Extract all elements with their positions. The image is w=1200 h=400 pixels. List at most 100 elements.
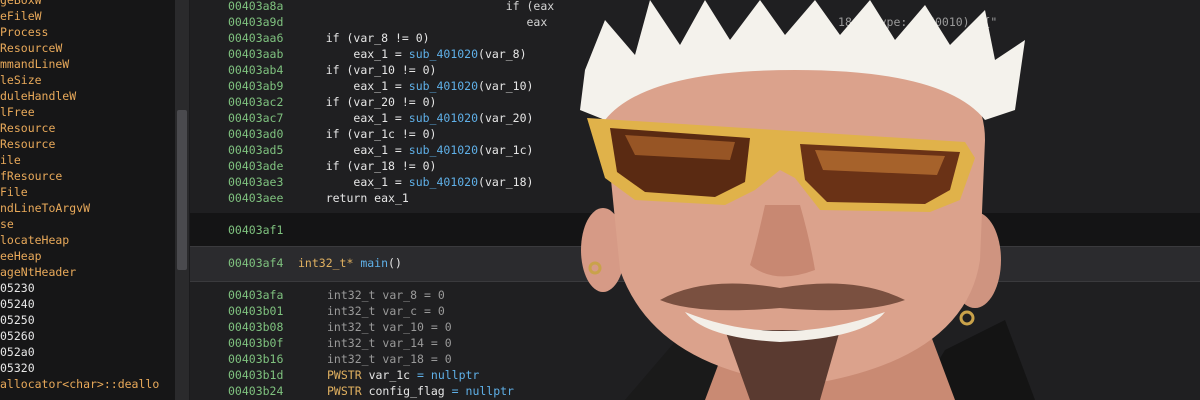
call-arguments: (var_8) <box>478 47 527 61</box>
symbol-list-item[interactable]: Resource <box>0 120 55 136</box>
instruction-address[interactable]: 00403b01 <box>228 303 283 319</box>
instruction-address[interactable]: 00403ab9 <box>228 78 283 94</box>
symbol-list-item[interactable]: lFree <box>0 104 35 120</box>
symbol-list-item[interactable]: eFileW <box>0 8 42 24</box>
instruction-address[interactable]: 00403ac2 <box>228 94 283 110</box>
variable-initializer: = nullptr <box>451 384 514 398</box>
variable-initializer: = nullptr <box>417 368 480 382</box>
variable-type: int32_t <box>327 336 376 350</box>
symbol-list-item[interactable]: File <box>0 184 28 200</box>
code-text: if (var_10 != 0) <box>298 62 437 78</box>
code-text: eax_1 = sub_401020(var_20) <box>298 110 533 126</box>
variable-name: var_c <box>382 304 418 318</box>
instruction-address[interactable]: 00403a8a <box>228 0 283 14</box>
symbol-list-item[interactable]: eeHeap <box>0 248 42 264</box>
instruction-address[interactable]: 00403ade <box>228 158 283 174</box>
code-text: return eax_1 <box>298 190 409 206</box>
instruction-address[interactable]: 00403b0f <box>228 335 283 351</box>
instruction-address[interactable]: 00403aee <box>228 190 283 206</box>
symbol-list-item[interactable]: ile <box>0 152 21 168</box>
variable-type: PWSTR <box>327 384 362 398</box>
scrollbar-thumb[interactable] <box>177 110 187 270</box>
instruction-address[interactable]: 00403ae3 <box>228 174 283 190</box>
symbol-list-item[interactable]: 05250 <box>0 312 35 328</box>
instruction-address[interactable]: 00403afa <box>228 287 283 303</box>
code-text: int32_t var_c = 0 <box>327 303 445 319</box>
variable-type: PWSTR <box>327 368 362 382</box>
instruction-address[interactable]: 00403ad5 <box>228 142 283 158</box>
symbol-list-item[interactable]: 05320 <box>0 360 35 376</box>
symbol-list-item[interactable]: leSize <box>0 72 42 88</box>
symbol-list-item[interactable]: locateHeap <box>0 232 69 248</box>
instruction-address[interactable]: 00403b24 <box>228 383 283 399</box>
code-text: eax_1 = sub_401020(var_10) <box>298 78 533 94</box>
code-statement: eax_1 = <box>353 175 409 189</box>
code-text: if (var_8 != 0) <box>298 30 430 46</box>
symbol-list-item[interactable]: geBoxW <box>0 0 42 8</box>
code-statement: if (var_1c != 0) <box>325 127 437 141</box>
call-arguments: (var_18) <box>478 175 534 189</box>
code-statement: eax_1 = <box>353 47 409 61</box>
function-call: sub_401020 <box>408 143 479 157</box>
function-call: sub_401020 <box>408 79 479 93</box>
variable-type: int32_t <box>327 288 376 302</box>
code-text: eax_1 = sub_401020(var_18) <box>298 174 533 190</box>
variable-initializer: = 0 <box>430 336 452 350</box>
function-call: sub_401020 <box>408 47 479 61</box>
instruction-address[interactable]: 00403b1d <box>228 367 283 383</box>
symbol-list-item[interactable]: se <box>0 216 14 232</box>
instruction-address[interactable]: 00403aab <box>228 46 283 62</box>
instruction-address[interactable]: 00403ac7 <box>228 110 283 126</box>
symbol-list-item[interactable]: 05230 <box>0 280 35 296</box>
instruction-address[interactable]: 00403aa6 <box>228 30 283 46</box>
code-text: int32_t var_8 = 0 <box>327 287 445 303</box>
variable-name: config_flag <box>368 384 445 398</box>
code-statement: if (var_18 != 0) <box>325 159 437 173</box>
variable-initializer: = 0 <box>423 304 445 318</box>
symbol-list-item[interactable]: 05240 <box>0 296 35 312</box>
code-text: int32_t var_10 = 0 <box>327 319 452 335</box>
instruction-address[interactable]: 00403a9d <box>228 14 283 30</box>
code-text: if (var_1c != 0) <box>298 126 437 142</box>
instruction-address[interactable]: 00403af1 <box>228 222 283 238</box>
symbol-list-item[interactable]: ageNtHeader <box>0 264 76 280</box>
code-text: PWSTR var_1c = nullptr <box>327 367 479 383</box>
instruction-address[interactable]: 00403af4 <box>228 255 283 271</box>
code-statement: eax_1 = <box>353 143 409 157</box>
instruction-address[interactable]: 00403b16 <box>228 351 283 367</box>
symbol-list-item[interactable]: duleHandleW <box>0 88 76 104</box>
variable-name: var_10 <box>382 320 424 334</box>
code-text: eax_1 = sub_401020(var_8) <box>298 46 527 62</box>
code-text: int32_t var_18 = 0 <box>327 351 452 367</box>
symbol-list-item[interactable]: 05260 <box>0 328 35 344</box>
symbol-list-item[interactable]: fResource <box>0 168 62 184</box>
code-text: int32_t var_14 = 0 <box>327 335 452 351</box>
variable-name: var_8 <box>382 288 418 302</box>
variable-name: var_1c <box>368 368 411 382</box>
instruction-address[interactable]: 00403b08 <box>228 319 283 335</box>
code-text: int32_t* main() <box>298 255 402 271</box>
symbol-list-item[interactable]: allocator<char>::deallo <box>0 376 159 392</box>
function-params: () <box>388 256 402 270</box>
symbol-list-scrollbar[interactable] <box>175 0 189 400</box>
symbol-list-item[interactable]: ResourceW <box>0 40 62 56</box>
code-statement: if (var_20 != 0) <box>325 95 437 109</box>
symbol-list-item[interactable]: 052a0 <box>0 344 35 360</box>
code-text: if (var_18 != 0) <box>298 158 437 174</box>
symbol-list-panel: geBoxW eFileW Process ResourceW mmandLineW le… <box>0 0 175 400</box>
instruction-address[interactable]: 00403ab4 <box>228 62 283 78</box>
symbol-list-item[interactable]: Process <box>0 24 48 40</box>
symbol-list-item[interactable]: ndLineToArgvW <box>0 200 90 216</box>
variable-type: int32_t <box>327 320 376 334</box>
symbol-list-item[interactable]: Resource <box>0 136 55 152</box>
instruction-address[interactable]: 00403ad0 <box>228 126 283 142</box>
symbol-list-item[interactable]: mmandLineW <box>0 56 69 72</box>
